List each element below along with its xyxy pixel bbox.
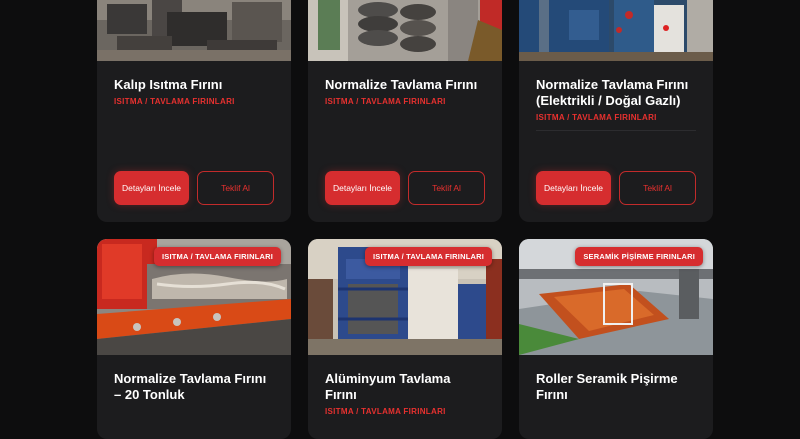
details-button[interactable]: Detayları İncele [325,171,400,205]
product-card: ISITMA / TAVLAMA FIRINLARI Alüminyum Tav… [308,239,502,439]
product-image[interactable] [519,0,713,61]
product-image[interactable] [308,0,502,61]
divider [536,130,696,131]
product-title[interactable]: Normalize Tavlama Fırını (Elektrikli / D… [536,77,696,109]
category-badge[interactable]: SERAMİK PİŞİRME FIRINLARI [575,247,703,266]
product-image[interactable]: SERAMİK PİŞİRME FIRINLARI [519,239,713,355]
product-title[interactable]: Kalıp Isıtma Fırını [114,77,274,93]
product-image[interactable]: ISITMA / TAVLAMA FIRINLARI [97,239,291,355]
quote-button[interactable]: Teklif Al [619,171,696,205]
details-button[interactable]: Detayları İncele [114,171,189,205]
product-image[interactable]: ISITMA / TAVLAMA FIRINLARI [308,239,502,355]
product-category[interactable]: ISITMA / TAVLAMA FIRINLARI [325,97,485,106]
product-card: Kalıp Isıtma Fırını ISITMA / TAVLAMA FIR… [97,0,291,222]
product-card: Normalize Tavlama Fırını (Elektrikli / D… [519,0,713,222]
quote-button[interactable]: Teklif Al [408,171,485,205]
product-title[interactable]: Normalize Tavlama Fırını – 20 Tonluk [114,371,274,403]
product-card: SERAMİK PİŞİRME FIRINLARI Roller Seramik… [519,239,713,439]
product-title[interactable]: Normalize Tavlama Fırını [325,77,485,93]
category-badge[interactable]: ISITMA / TAVLAMA FIRINLARI [153,247,281,266]
product-image[interactable] [97,0,291,61]
product-title[interactable]: Alüminyum Tavlama Fırını [325,371,485,403]
quote-button[interactable]: Teklif Al [197,171,274,205]
category-badge[interactable]: ISITMA / TAVLAMA FIRINLARI [364,247,492,266]
details-button[interactable]: Detayları İncele [536,171,611,205]
product-category[interactable]: ISITMA / TAVLAMA FIRINLARI [325,407,485,416]
product-card: Normalize Tavlama Fırını ISITMA / TAVLAM… [308,0,502,222]
product-card: ISITMA / TAVLAMA FIRINLARI Normalize Tav… [97,239,291,439]
product-title[interactable]: Roller Seramik Pişirme Fırını [536,371,696,403]
product-category[interactable]: ISITMA / TAVLAMA FIRINLARI [114,97,274,106]
product-category[interactable]: ISITMA / TAVLAMA FIRINLARI [536,113,696,122]
